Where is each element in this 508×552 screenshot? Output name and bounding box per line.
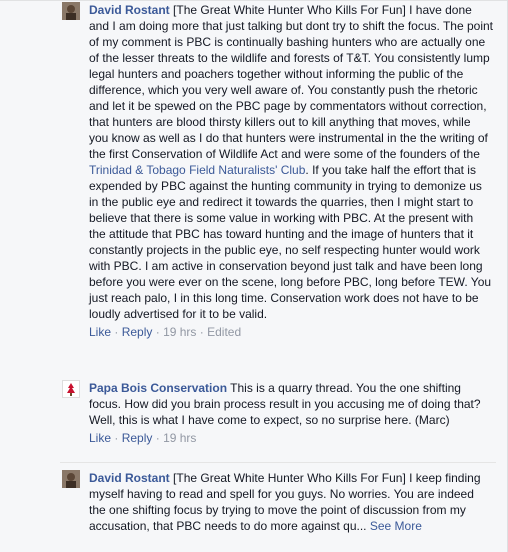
comment-text: [The Great White Hunter Who Kills For Fu… [89, 3, 494, 161]
like-button[interactable]: Like [89, 325, 111, 339]
comment-divider [60, 462, 496, 463]
comment-author[interactable]: David Rostant [89, 471, 170, 485]
separator: · [155, 431, 160, 445]
top-border [0, 0, 508, 1]
separator: · [114, 325, 119, 339]
avatar[interactable] [62, 2, 80, 20]
see-more-link[interactable]: See More [370, 519, 422, 533]
comment-author[interactable]: Papa Bois Conservation [89, 381, 227, 395]
comment-actions: Like · Reply · 19 hrs · Edited [89, 324, 493, 340]
comment-body: David Rostant [The Great White Hunter Wh… [89, 470, 493, 534]
like-button[interactable]: Like [89, 431, 111, 445]
separator: · [199, 325, 204, 339]
mention-link[interactable]: Trinidad & Tobago Field Naturalists' Clu… [89, 163, 305, 177]
page-avatar[interactable] [62, 380, 80, 398]
edited-label[interactable]: Edited [207, 325, 241, 339]
comment-actions: Like · Reply · 19 hrs [89, 430, 493, 446]
comment-body: David Rostant [The Great White Hunter Wh… [89, 2, 493, 340]
reply-button[interactable]: Reply [122, 431, 153, 445]
reply-button[interactable]: Reply [122, 325, 153, 339]
comment-body: Papa Bois Conservation This is a quarry … [89, 380, 493, 446]
comment-text-continued: . If you take half the effort that is ex… [89, 163, 492, 321]
separator: · [114, 431, 119, 445]
comment-author[interactable]: David Rostant [89, 3, 170, 17]
timestamp[interactable]: 19 hrs [163, 431, 196, 445]
separator: · [155, 325, 160, 339]
timestamp[interactable]: 19 hrs [163, 325, 196, 339]
avatar[interactable] [62, 470, 80, 488]
